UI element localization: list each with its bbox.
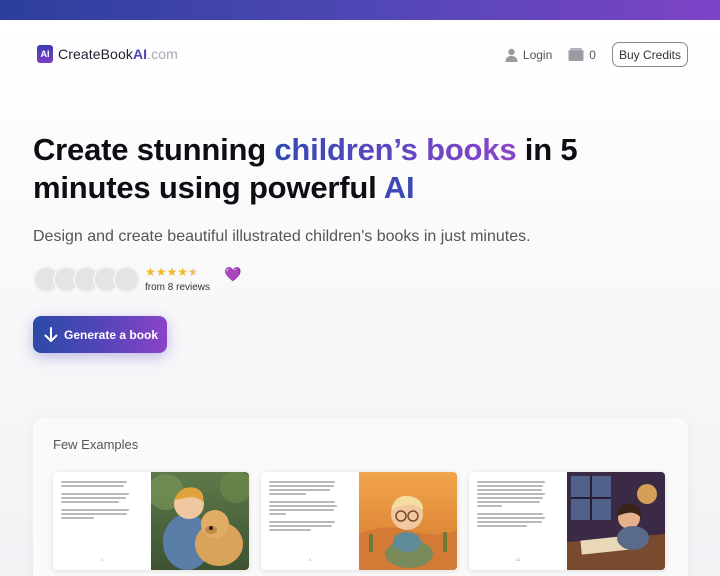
example-book[interactable]: 4 [261, 472, 457, 570]
reviews-summary: ★★★★★ from 8 reviews 💜 [33, 266, 241, 293]
cart-count: 0 [589, 47, 596, 62]
cart-link[interactable]: 0 [568, 48, 596, 62]
brand-name-ai: AI [132, 46, 148, 62]
star-icon: ★ [177, 265, 189, 279]
hero-title: Create stunning children’s books in 5 mi… [33, 131, 673, 207]
page-number: 1 [100, 557, 104, 562]
hero-subtitle: Design and create beautiful illustrated … [33, 228, 531, 245]
reviews-count: from 8 reviews [145, 282, 211, 293]
login-link[interactable]: Login [505, 48, 552, 62]
example-book[interactable]: 12 [469, 472, 665, 570]
star-icon: ★ [188, 265, 199, 279]
page-number: 4 [308, 557, 312, 562]
brand-name: CreateBookAI.com [58, 46, 178, 62]
star-icon: ★ [145, 265, 156, 279]
brand-name-tld: .com [147, 46, 178, 62]
rating-stars: ★★★★★ [145, 265, 199, 279]
hero-title-part1: Create stunning [33, 132, 275, 167]
generate-book-button[interactable]: Generate a book [33, 316, 167, 353]
top-gradient-bar [0, 0, 720, 20]
book-illustration [567, 472, 665, 570]
arrow-down-icon [44, 326, 58, 342]
brand-logo[interactable]: AI CreateBookAI.com [37, 45, 178, 63]
user-icon [505, 48, 518, 62]
reviewer-avatars [33, 266, 140, 293]
logo-mark-icon: AI [37, 45, 53, 63]
brand-name-prefix: CreateBook [58, 46, 133, 62]
header: AI CreateBookAI.com Login 0 Buy Credits [0, 20, 720, 88]
book-text-page: 1 [53, 472, 151, 570]
login-label: Login [522, 47, 553, 62]
hero-title-highlight: children’s books [274, 132, 517, 167]
book-text-page: 4 [261, 472, 359, 570]
header-nav: Login 0 Buy Credits [505, 42, 688, 67]
star-icon: ★★★★★ [145, 266, 210, 279]
avatar [113, 266, 140, 293]
buy-credits-button[interactable]: Buy Credits [611, 42, 688, 67]
page-number: 12 [515, 557, 521, 562]
rating: ★★★★★ from 8 reviews [145, 266, 211, 294]
star-icon: ★ [155, 265, 167, 279]
generate-book-label: Generate a book [64, 327, 159, 342]
cart-icon [568, 48, 584, 61]
examples-section: Few Examples 1 4 12 [33, 418, 688, 576]
hero-title-ai: AI [383, 170, 415, 205]
book-text-page: 12 [469, 472, 567, 570]
star-icon: ★ [166, 265, 178, 279]
book-illustration [359, 472, 457, 570]
book-illustration [151, 472, 249, 570]
example-book[interactable]: 1 [53, 472, 249, 570]
examples-title: Few Examples [53, 437, 139, 452]
heart-icon: 💜 [224, 266, 242, 282]
